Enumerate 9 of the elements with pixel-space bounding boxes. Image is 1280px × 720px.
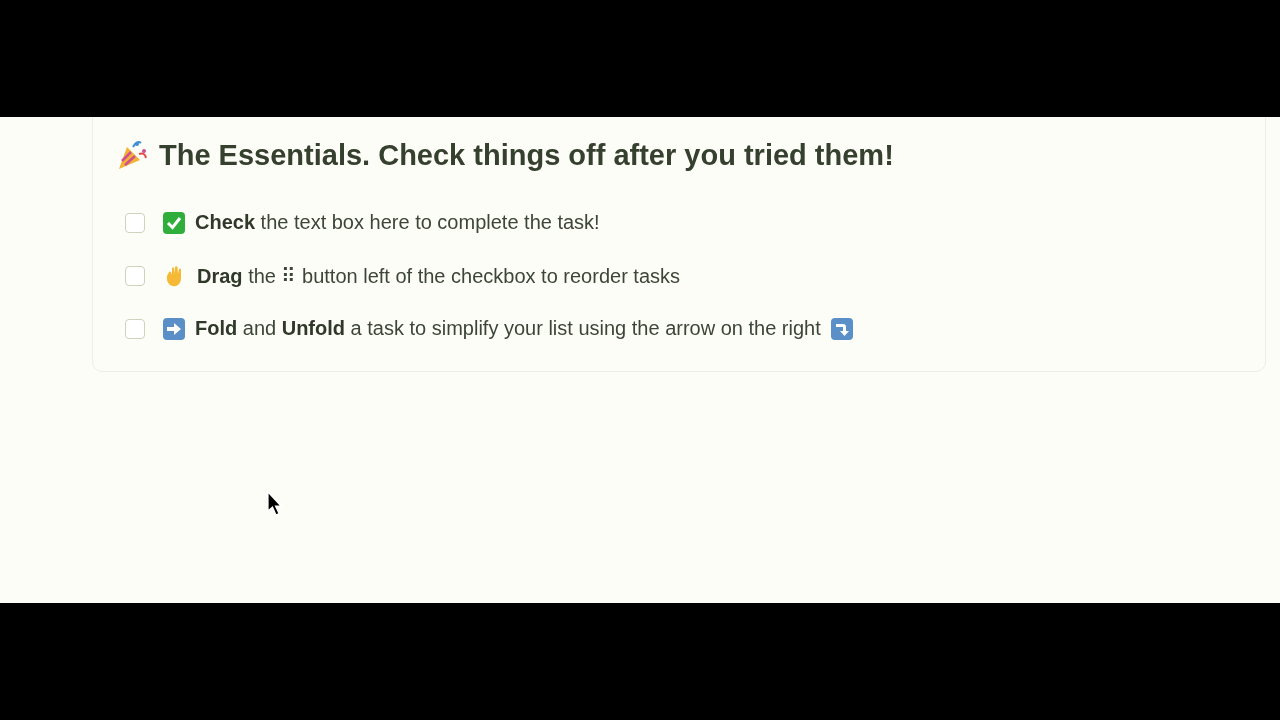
section-heading: The Essentials. Check things off after you tried them! <box>159 138 894 172</box>
task-text: Fold and Unfold a task to simplify your list using the arrow on the right <box>195 317 821 340</box>
cursor-icon <box>267 491 283 517</box>
checkbox[interactable] <box>125 265 145 286</box>
checkbox[interactable] <box>125 212 145 233</box>
check-mark-icon <box>163 211 185 234</box>
task-text: Check the text box here to complete the task! <box>195 211 600 234</box>
task-text: Drag the ⠿ button left of the checkbox to reorder tasks <box>197 263 681 288</box>
checkbox[interactable] <box>125 318 145 339</box>
